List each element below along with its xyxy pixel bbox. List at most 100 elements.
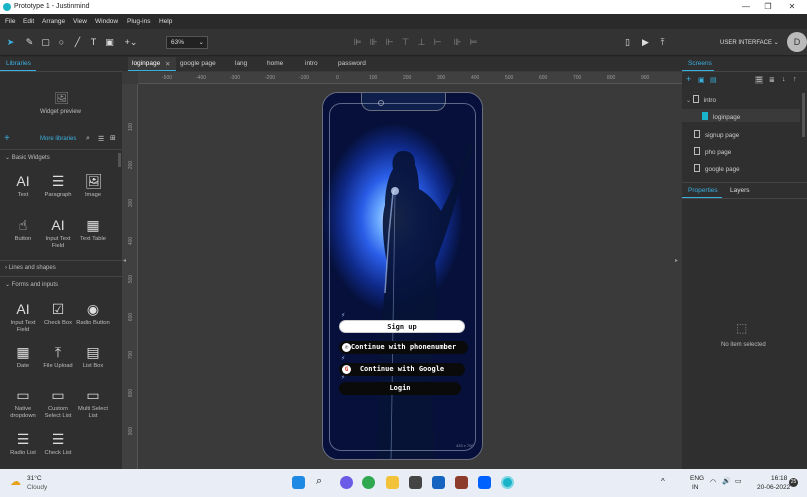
section-basic-widgets[interactable]: ⌄ Basic Widgets [5, 154, 50, 161]
menu-window[interactable]: Window [95, 18, 118, 25]
language-indicator[interactable]: ENG [690, 475, 704, 482]
widget-input-text-field[interactable]: AI Input Text Field [40, 217, 76, 249]
template-icon[interactable]: ▣ [698, 76, 705, 84]
distribute-v-icon[interactable]: ⊨ [468, 37, 479, 48]
mode-select[interactable]: USER INTERFACE ⌄ [720, 39, 779, 46]
folder-icon[interactable]: ▤ [710, 76, 717, 84]
widget-file-upload[interactable]: ⤒ File Upload [40, 344, 76, 370]
search-icon[interactable]: ⌕ [316, 475, 322, 488]
widget-check-box[interactable]: ☑ Check Box [40, 301, 76, 327]
wifi-icon[interactable]: ◠ [710, 478, 716, 486]
list-view-icon[interactable]: ☰ [98, 135, 104, 143]
widget-image[interactable]: 🖼 Image [75, 173, 111, 199]
tab-home[interactable]: home [267, 60, 283, 67]
distribute-h-icon[interactable]: ⊪ [452, 37, 463, 48]
select-tool-icon[interactable]: ➤ [5, 37, 16, 48]
tab-properties[interactable]: Properties [688, 187, 718, 194]
collapse-right-icon[interactable]: ▸ [675, 257, 678, 264]
scrollbar[interactable] [118, 153, 121, 167]
widget-native-dropdown[interactable]: ▭ Native dropdown [5, 387, 41, 419]
edge-icon[interactable] [362, 476, 375, 489]
tab-libraries[interactable]: Libraries [6, 60, 31, 67]
menu-help[interactable]: Help [159, 18, 172, 25]
widget-check-list[interactable]: ☰ Check List [40, 431, 76, 457]
widget-date[interactable]: ▦ Date [5, 344, 41, 370]
weather-temp[interactable]: 31°C [27, 475, 42, 482]
tab-intro[interactable]: intro [305, 60, 318, 67]
screen-item-signup-page[interactable]: signup page [694, 130, 739, 139]
phone-screen[interactable]: ⚡ ⚡ ⚡ Sign up ✆ Continue with phonenumbe… [322, 92, 483, 460]
collapse-left-icon[interactable]: ◂ [123, 257, 126, 264]
section-lines-shapes[interactable]: › Lines and shapes [5, 265, 56, 271]
weather-icon[interactable]: ☁ [10, 475, 21, 488]
sort-icon[interactable]: ≣ [769, 76, 775, 84]
widget-text-table[interactable]: ▦ Text Table [75, 217, 111, 243]
arrow-up-icon[interactable]: ↑ [793, 76, 797, 83]
more-libraries-link[interactable]: More libraries [40, 136, 76, 142]
continue-phone-button[interactable]: ✆ Continue with phonenumber [339, 341, 468, 354]
close-button[interactable]: ✕ [780, 1, 804, 13]
align-center-icon[interactable]: ⊪ [368, 37, 379, 48]
scrollbar[interactable] [802, 93, 805, 137]
menu-arrange[interactable]: Arrange [42, 18, 65, 25]
search-icon[interactable]: ⌕ [86, 135, 90, 143]
arrow-down-icon[interactable]: ↓ [782, 76, 786, 83]
mail-icon[interactable] [432, 476, 445, 489]
tab-lang[interactable]: lang [235, 60, 247, 67]
widget-text[interactable]: AI Text [5, 173, 41, 199]
align-top-icon[interactable]: ⊤ [400, 37, 411, 48]
add-screen-icon[interactable]: + [686, 74, 691, 84]
start-icon[interactable] [292, 476, 305, 489]
screen-item-pho-page[interactable]: pho page [694, 147, 731, 156]
export-icon[interactable]: ⤒ [657, 37, 668, 48]
text-tool-icon[interactable]: T [88, 37, 99, 48]
align-left-icon[interactable]: ⊫ [352, 37, 363, 48]
screen-item-intro[interactable]: ⌄ intro [686, 95, 716, 104]
tab-loginpage[interactable]: loginpage [132, 60, 160, 67]
chat-icon[interactable] [340, 476, 353, 489]
widget-multi-select-list[interactable]: ▭ Multi Select List [75, 387, 111, 419]
add-icon[interactable]: +⌄ [122, 37, 140, 48]
tab-password[interactable]: password [338, 60, 366, 67]
widget-radio-list[interactable]: ☰ Radio List [5, 431, 41, 457]
menu-edit[interactable]: Edit [23, 18, 34, 25]
app-icon[interactable] [455, 476, 468, 489]
menu-plugins[interactable]: Plug-ins [127, 18, 150, 25]
dropbox-icon[interactable] [478, 476, 491, 489]
align-middle-icon[interactable]: ⊥ [416, 37, 427, 48]
play-icon[interactable]: ▶ [640, 37, 651, 48]
login-button[interactable]: Login [339, 382, 461, 395]
ellipse-tool-icon[interactable]: ○ [56, 37, 67, 48]
widget-custom-select-list[interactable]: ▭ Custom Select List [40, 387, 76, 419]
signup-button[interactable]: Sign up [339, 320, 465, 333]
widget-radio-button[interactable]: ◉ Radio Button [75, 301, 111, 327]
section-forms-inputs[interactable]: ⌄ Forms and inputs [5, 281, 58, 288]
rectangle-tool-icon[interactable]: ▢ [40, 37, 51, 48]
add-library-icon[interactable]: + [4, 133, 10, 144]
widget-paragraph[interactable]: ☰ Paragraph [40, 173, 76, 199]
tab-layers[interactable]: Layers [730, 187, 750, 194]
battery-icon[interactable]: ▭ [735, 477, 742, 485]
image-tool-icon[interactable]: ▣ [104, 37, 115, 48]
clock-time[interactable]: 16:18 [771, 475, 787, 482]
grid-view-icon[interactable]: ⊞ [110, 134, 116, 142]
tab-screens[interactable]: Screens [688, 60, 712, 67]
menu-view[interactable]: View [73, 18, 87, 25]
store-icon[interactable] [409, 476, 422, 489]
continue-google-button[interactable]: G Continue with Google [339, 363, 465, 376]
align-bottom-icon[interactable]: ⊢ [432, 37, 443, 48]
minimize-button[interactable]: — [734, 1, 758, 13]
zoom-select[interactable]: 63% ⌄ [166, 36, 208, 49]
widget-button[interactable]: ☝ Button [5, 217, 41, 243]
widget-input-text-field[interactable]: AI Input Text Field [5, 301, 41, 333]
avatar[interactable]: D [787, 32, 807, 52]
device-preview-icon[interactable]: ▯ [622, 37, 633, 48]
maximize-button[interactable]: ❐ [756, 1, 780, 13]
tab-google-page[interactable]: google page [180, 60, 216, 67]
chevron-up-icon[interactable]: ^ [661, 477, 665, 486]
pen-tool-icon[interactable]: ✎ [24, 37, 35, 48]
widget-list-box[interactable]: ▤ List Box [75, 344, 111, 370]
notification-icon[interactable]: 25 [789, 478, 798, 487]
screen-item-google-page[interactable]: google page [694, 164, 740, 173]
volume-icon[interactable]: 🔊 [722, 477, 731, 485]
